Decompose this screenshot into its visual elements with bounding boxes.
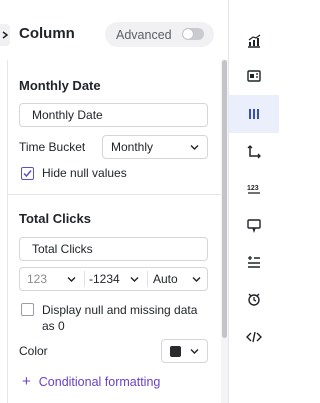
decimals-select[interactable]: -1234 — [89, 268, 145, 290]
rail-item-chart[interactable] — [229, 22, 279, 60]
conditional-formatting-link[interactable]: + Conditional formatting — [22, 374, 160, 389]
format-separator — [84, 271, 85, 287]
scale-select[interactable]: Auto — [153, 268, 207, 290]
sort-list-icon — [248, 256, 260, 268]
date-name-input[interactable]: Monthly Date — [19, 103, 208, 127]
color-picker[interactable] — [161, 339, 208, 363]
display-null-label-line2: as 0 — [42, 319, 65, 333]
advanced-switch[interactable] — [182, 28, 204, 40]
rail-item-code[interactable] — [229, 318, 279, 356]
number-format-group: 123 -1234 Auto — [19, 267, 208, 291]
display-null-checkbox[interactable] — [21, 303, 34, 316]
svg-text:123: 123 — [247, 185, 259, 192]
section-divider — [8, 194, 221, 195]
rail-item-alert[interactable] — [229, 280, 279, 318]
advanced-toggle[interactable]: Advanced — [105, 22, 214, 47]
panel-content: Monthly Date Monthly Date Time Bucket Mo… — [7, 60, 221, 403]
clicks-name-input[interactable]: Total Clicks — [19, 237, 208, 261]
scrollbar-thumb[interactable] — [222, 60, 227, 338]
chevron-down-icon — [130, 277, 139, 282]
color-label: Color — [19, 344, 48, 358]
hide-null-checkbox[interactable] — [21, 167, 34, 180]
advanced-label: Advanced — [116, 27, 172, 42]
tooltip-icon — [247, 219, 261, 233]
panel-title: Column — [19, 25, 75, 42]
chart-icon — [248, 34, 261, 48]
section-title-clicks: Total Clicks — [19, 211, 92, 226]
chevron-down-icon — [190, 349, 199, 354]
checkmark-icon — [23, 170, 32, 178]
rail-item-layout[interactable] — [229, 57, 279, 95]
color-swatch — [170, 346, 181, 357]
code-icon — [246, 331, 262, 343]
decimals-value: -1234 — [89, 272, 120, 286]
settings-panel: Column Advanced Monthly Date Monthly Dat… — [0, 0, 228, 403]
rail-item-columns[interactable] — [229, 95, 279, 133]
columns-icon — [249, 109, 259, 119]
chevron-down-icon — [192, 277, 201, 282]
rail-item-tooltip[interactable] — [229, 206, 279, 244]
display-null-label-line1: Display null and missing data — [42, 303, 198, 317]
display-null-label: Display null and missing data as 0 — [42, 302, 197, 334]
hide-null-label: Hide null values — [42, 166, 127, 180]
time-bucket-label: Time Bucket — [19, 140, 86, 154]
section-title-date: Monthly Date — [19, 78, 101, 93]
chevron-down-icon — [67, 277, 76, 282]
time-bucket-select[interactable]: Monthly — [102, 135, 208, 159]
alert-icon — [248, 293, 260, 306]
switch-knob — [183, 29, 193, 39]
chevron-down-icon — [190, 145, 199, 150]
number-format-value: 123 — [27, 272, 48, 286]
rail-item-number-format[interactable]: 123 — [229, 169, 279, 207]
rail-item-sort-list[interactable] — [229, 243, 279, 281]
axes-icon — [247, 145, 261, 159]
plus-icon: + — [22, 373, 31, 390]
number-format-select[interactable]: 123 — [27, 268, 82, 290]
layout-icon — [247, 70, 261, 82]
format-separator — [147, 271, 148, 287]
scale-value: Auto — [153, 272, 178, 286]
conditional-formatting-label: Conditional formatting — [38, 374, 161, 389]
panel-header: Column Advanced — [0, 0, 228, 60]
panel-scrollbar[interactable] — [221, 60, 228, 403]
time-bucket-value: Monthly — [111, 140, 154, 154]
number-format-icon: 123 — [247, 185, 260, 194]
rail-item-axes[interactable] — [229, 133, 279, 171]
settings-rail: 123 — [228, 0, 279, 403]
